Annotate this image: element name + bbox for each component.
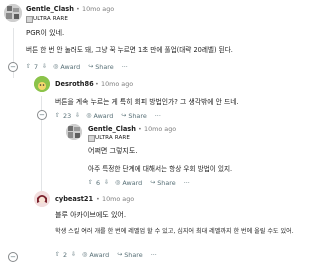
comment-actions: ⇧ 6 ⇩ ◎ Award ↪ Share ··· bbox=[88, 177, 190, 189]
award-button[interactable]: Award bbox=[60, 63, 80, 71]
award-button[interactable]: Award bbox=[89, 251, 109, 259]
comment-time: 10mo ago bbox=[102, 195, 135, 203]
flair-icon bbox=[88, 135, 95, 142]
vote-count: 6 bbox=[96, 179, 101, 187]
award-icon[interactable]: ◎ bbox=[115, 180, 120, 186]
downvote-icon[interactable]: ⇩ bbox=[75, 113, 80, 119]
comment-time: 10mo ago bbox=[101, 80, 134, 88]
collapse-icon[interactable]: − bbox=[37, 110, 47, 120]
comment-author[interactable]: Gentle_Clash bbox=[26, 5, 74, 13]
share-icon[interactable]: ↪ bbox=[150, 180, 155, 186]
comment-time: 10mo ago bbox=[82, 5, 115, 13]
comment-line: PGR이 있네. bbox=[26, 29, 65, 37]
comment-line: 학생 스킬 여러 개를 한 번에 레벨업 할 수 있고, 심지어 최대 레벨까지… bbox=[55, 228, 294, 235]
user-flair: ULTRA RARE bbox=[33, 16, 69, 22]
user-flair: ULTRA RARE bbox=[95, 135, 131, 141]
time-separator: • bbox=[96, 195, 100, 203]
comment-line: 버튼을 계속 누르는 게 특히 회피 방법인가? 그 생각밖에 안 드네. bbox=[55, 98, 239, 106]
avatar[interactable] bbox=[4, 4, 22, 22]
collapse-icon[interactable]: − bbox=[8, 252, 18, 262]
comment-line: 블루 아카이브에도 있어. bbox=[55, 211, 127, 219]
comment-line: 버튼 한 번 안 눌러도 돼, 그냥 꾹 누르면 1초 만에 풀업(대략 20레… bbox=[26, 46, 233, 54]
share-icon[interactable]: ↪ bbox=[121, 113, 126, 119]
time-separator: • bbox=[95, 80, 99, 88]
more-options-button[interactable]: ··· bbox=[184, 179, 190, 187]
comment-author[interactable]: cybeast21 bbox=[55, 195, 93, 203]
award-button[interactable]: Award bbox=[122, 179, 142, 187]
share-icon[interactable]: ↪ bbox=[88, 64, 93, 70]
avatar[interactable] bbox=[66, 124, 82, 140]
comment-actions: ⇧ 7 ⇩ ◎ Award ↪ Share ··· bbox=[26, 61, 128, 73]
collapse-icon[interactable]: − bbox=[8, 62, 18, 72]
more-options-button[interactable]: ··· bbox=[155, 112, 161, 120]
share-icon[interactable]: ↪ bbox=[117, 252, 122, 258]
comment-actions: ⇧ 23 ⇩ ◎ Award ↪ Share ··· bbox=[55, 110, 161, 122]
vote-count: 23 bbox=[63, 112, 72, 120]
vote-count: 2 bbox=[63, 251, 68, 259]
share-button[interactable]: Share bbox=[157, 179, 175, 187]
flair-icon bbox=[26, 16, 33, 23]
award-icon[interactable]: ◎ bbox=[53, 64, 58, 70]
share-button[interactable]: Share bbox=[95, 63, 113, 71]
comment-line: 아주 특정한 단계에 대해서는 항상 우회 방법이 있지. bbox=[88, 165, 233, 173]
award-icon[interactable]: ◎ bbox=[86, 113, 91, 119]
comment-author[interactable]: Gentle_Clash bbox=[88, 125, 136, 133]
time-separator: • bbox=[138, 125, 142, 133]
downvote-icon[interactable]: ⇩ bbox=[42, 64, 47, 70]
vote-count: 7 bbox=[34, 63, 39, 71]
award-icon[interactable]: ◎ bbox=[82, 252, 87, 258]
comment-author[interactable]: Desroth86 bbox=[55, 80, 94, 88]
upvote-icon[interactable]: ⇧ bbox=[55, 252, 60, 258]
more-options-button[interactable]: ··· bbox=[122, 63, 128, 71]
time-separator: • bbox=[76, 5, 80, 13]
award-button[interactable]: Award bbox=[93, 112, 113, 120]
share-button[interactable]: Share bbox=[128, 112, 146, 120]
comment-actions: ⇧ 2 ⇩ ◎ Award ↪ Share ··· bbox=[55, 249, 157, 261]
upvote-icon[interactable]: ⇧ bbox=[26, 64, 31, 70]
downvote-icon[interactable]: ⇩ bbox=[104, 180, 109, 186]
comment-time: 10mo ago bbox=[144, 125, 177, 133]
share-button[interactable]: Share bbox=[124, 251, 142, 259]
upvote-icon[interactable]: ⇧ bbox=[88, 180, 93, 186]
avatar[interactable] bbox=[34, 76, 50, 92]
more-options-button[interactable]: ··· bbox=[151, 251, 157, 259]
upvote-icon[interactable]: ⇧ bbox=[55, 113, 60, 119]
avatar[interactable] bbox=[34, 191, 50, 207]
downvote-icon[interactable]: ⇩ bbox=[71, 252, 76, 258]
comment-line: 어쩌면 그렇지도. bbox=[88, 147, 138, 155]
